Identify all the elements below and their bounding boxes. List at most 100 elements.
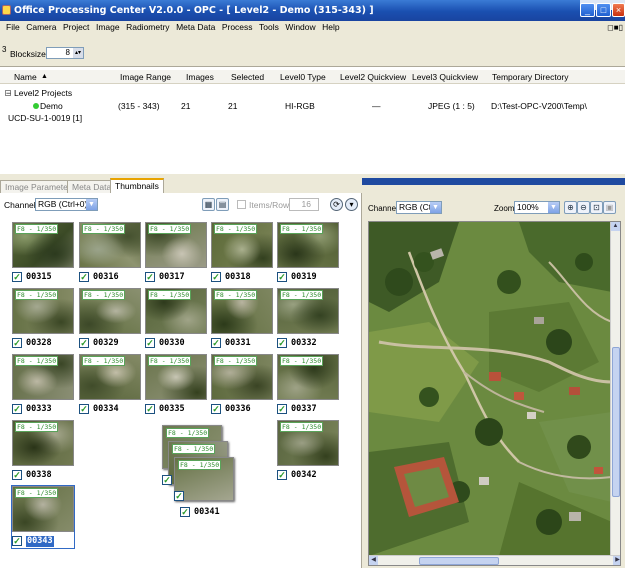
thumbnail-00338[interactable]: F8 - 1/350 ✓ 00338 xyxy=(12,420,74,482)
menu-tools[interactable]: Tools xyxy=(259,21,279,34)
zoom-actual-icon[interactable]: ▣ xyxy=(603,201,616,214)
thumbnail-00333[interactable]: F8 - 1/350 ✓ 00333 xyxy=(12,354,74,416)
column-selected[interactable]: Selected xyxy=(231,72,264,82)
thumbnail-caption: F8 - 1/350 xyxy=(148,356,192,366)
horizontal-scroll-thumb[interactable] xyxy=(419,557,499,565)
thumbnail-checkbox[interactable]: ✓ xyxy=(211,272,221,282)
column-image-range[interactable]: Image Range xyxy=(120,72,171,82)
thumbnail-00317[interactable]: F8 - 1/350 ✓ 00317 xyxy=(145,222,207,284)
menu-radiometry[interactable]: Radiometry xyxy=(126,21,169,34)
thumbnail-checkbox[interactable]: ✓ xyxy=(277,338,287,348)
stack-checkbox[interactable]: ✓ xyxy=(180,507,190,517)
zoom-out-icon[interactable]: ⊖ xyxy=(577,201,590,214)
aerial-image-view[interactable]: ▲ ◀ ▶ xyxy=(368,221,621,566)
thumbnail-00330[interactable]: F8 - 1/350 ✓ 00330 xyxy=(145,288,207,350)
thumbnail-checkbox[interactable]: ✓ xyxy=(211,404,221,414)
window-title: Office Processing Center V2.0.0 - OPC - … xyxy=(14,5,374,16)
thumbnail-checkbox[interactable]: ✓ xyxy=(277,404,287,414)
thumbnail-checkbox[interactable]: ✓ xyxy=(12,536,22,546)
dragged-thumbnail-stack[interactable]: F8 - 1/350 F8 - 1/350 F8 - 1/350 ✓ ✓ ✓ 0… xyxy=(162,425,242,535)
column-temp-dir[interactable]: Temporary Directory xyxy=(492,72,569,82)
thumbnail-00316[interactable]: F8 - 1/350 ✓ 00316 xyxy=(79,222,141,284)
column-images[interactable]: Images xyxy=(186,72,214,82)
thumbnail-checkbox[interactable]: ✓ xyxy=(145,338,155,348)
tab-meta-data[interactable]: Meta Data xyxy=(67,180,117,193)
menu-project[interactable]: Project xyxy=(63,21,89,34)
refresh-icon[interactable]: ⟳ xyxy=(330,198,343,211)
thumbnail-00332[interactable]: F8 - 1/350 ✓ 00332 xyxy=(277,288,339,350)
thumbnail-00334[interactable]: F8 - 1/350 ✓ 00334 xyxy=(79,354,141,416)
zoom-fit-icon[interactable]: ⊡ xyxy=(590,201,603,214)
items-per-row-checkbox[interactable] xyxy=(237,200,246,209)
spinner-arrows-icon[interactable]: ▴▾ xyxy=(73,48,83,58)
blocksize-spinner[interactable]: 8 ▴▾ xyxy=(46,47,84,59)
thumbnail-checkbox[interactable]: ✓ xyxy=(79,272,89,282)
thumbnail-00319[interactable]: F8 - 1/350 ✓ 00319 xyxy=(277,222,339,284)
zoom-label: Zoom xyxy=(494,204,515,213)
zoom-in-icon[interactable]: ⊕ xyxy=(564,201,577,214)
thumbnail-checkbox[interactable]: ✓ xyxy=(12,470,22,480)
layout-list-icon[interactable]: ▤ xyxy=(216,198,229,211)
thumbnail-00343[interactable]: F8 - 1/350 ✓ 00343 xyxy=(11,485,75,549)
thumbnail-00318[interactable]: F8 - 1/350 ✓ 00318 xyxy=(211,222,273,284)
collapse-icon[interactable]: − xyxy=(5,89,11,97)
thumbnail-checkbox[interactable]: ✓ xyxy=(145,272,155,282)
thumbnail-00328[interactable]: F8 - 1/350 ✓ 00328 xyxy=(12,288,74,350)
chevron-down-icon[interactable]: ▼ xyxy=(548,202,559,213)
chevron-down-icon[interactable]: ▼ xyxy=(430,202,441,213)
thumbnail-checkbox[interactable]: ✓ xyxy=(145,404,155,414)
tab-thumbnails[interactable]: Thumbnails xyxy=(110,178,164,193)
thumbnail-00336[interactable]: F8 - 1/350 ✓ 00336 xyxy=(211,354,273,416)
zoom-select[interactable]: 100% ▼ xyxy=(514,201,560,214)
preview-channel-select[interactable]: RGB (Ctr ▼ xyxy=(396,201,442,214)
mdi-controls[interactable]: ◻■▯ xyxy=(607,22,623,33)
device-label: UCD-SU-1-0019 [1] xyxy=(8,113,83,123)
thumbnail-00329[interactable]: F8 - 1/350 ✓ 00329 xyxy=(79,288,141,350)
tab-image-parameter[interactable]: Image Parameter xyxy=(0,180,76,193)
thumbnail-00337[interactable]: F8 - 1/350 ✓ 00337 xyxy=(277,354,339,416)
table-row[interactable]: Demo (315 - 343) 21 21 HI-RGB — JPEG (1 … xyxy=(0,101,625,112)
thumbnail-checkbox[interactable]: ✓ xyxy=(79,404,89,414)
column-level0-type[interactable]: Level0 Type xyxy=(280,72,326,82)
thumbnail-checkbox[interactable]: ✓ xyxy=(12,272,22,282)
menu-file[interactable]: File xyxy=(6,21,20,34)
items-per-row-value: 16 xyxy=(301,199,311,209)
thumbnail-checkbox[interactable]: ✓ xyxy=(277,470,287,480)
vertical-scrollbar[interactable]: ▲ xyxy=(610,222,620,556)
thumbnail-checkbox[interactable]: ✓ xyxy=(79,338,89,348)
thumbnail-checkbox[interactable]: ✓ xyxy=(12,338,22,348)
thumbnail-00342[interactable]: F8 - 1/350 ✓ 00342 xyxy=(277,420,339,482)
layout-grid-icon[interactable]: ▦ xyxy=(202,198,215,211)
column-level2-quickview[interactable]: Level2 Quickview xyxy=(340,72,406,82)
scroll-left-icon[interactable]: ◀ xyxy=(369,556,378,565)
channel-select[interactable]: RGB (Ctrl+0) ▼ xyxy=(35,198,98,211)
close-button[interactable]: × xyxy=(612,3,625,17)
thumbnail-00331[interactable]: F8 - 1/350 ✓ 00331 xyxy=(211,288,273,350)
menu-camera[interactable]: Camera xyxy=(26,21,56,34)
scroll-up-icon[interactable]: ▲ xyxy=(611,222,620,231)
vertical-scroll-thumb[interactable] xyxy=(612,347,620,497)
thumbnail-checkbox[interactable]: ✓ xyxy=(277,272,287,282)
thumbnail-00315[interactable]: F8 - 1/350 ✓ 00315 xyxy=(12,222,74,284)
menu-meta-data[interactable]: Meta Data xyxy=(176,21,215,34)
chevron-down-icon[interactable]: ▼ xyxy=(86,199,97,210)
stack-checkbox[interactable]: ✓ xyxy=(162,475,172,485)
menu-image[interactable]: Image xyxy=(96,21,120,34)
horizontal-scrollbar[interactable]: ◀ ▶ xyxy=(369,555,620,565)
items-per-row-input[interactable]: 16 xyxy=(289,198,319,211)
scroll-right-icon[interactable]: ▶ xyxy=(613,556,620,565)
column-level3-quickview[interactable]: Level3 Quickview xyxy=(412,72,478,82)
thumbnail-checkbox[interactable]: ✓ xyxy=(211,338,221,348)
thumbnail-00335[interactable]: F8 - 1/350 ✓ 00335 xyxy=(145,354,207,416)
device-row[interactable]: UCD-SU-1-0019 [1] xyxy=(0,113,625,124)
tree-group-row[interactable]: − Level2 Projects xyxy=(0,88,625,99)
stack-checkbox[interactable]: ✓ xyxy=(174,491,184,501)
scroll-down-icon[interactable]: ▾ xyxy=(345,198,358,211)
thumbnail-checkbox[interactable]: ✓ xyxy=(12,404,22,414)
minimize-button[interactable]: _ xyxy=(580,3,595,17)
maximize-button[interactable]: □ xyxy=(596,3,611,17)
menu-help[interactable]: Help xyxy=(322,21,339,34)
menu-process[interactable]: Process xyxy=(222,21,253,34)
column-name[interactable]: Name xyxy=(14,72,37,82)
menu-window[interactable]: Window xyxy=(285,21,315,34)
